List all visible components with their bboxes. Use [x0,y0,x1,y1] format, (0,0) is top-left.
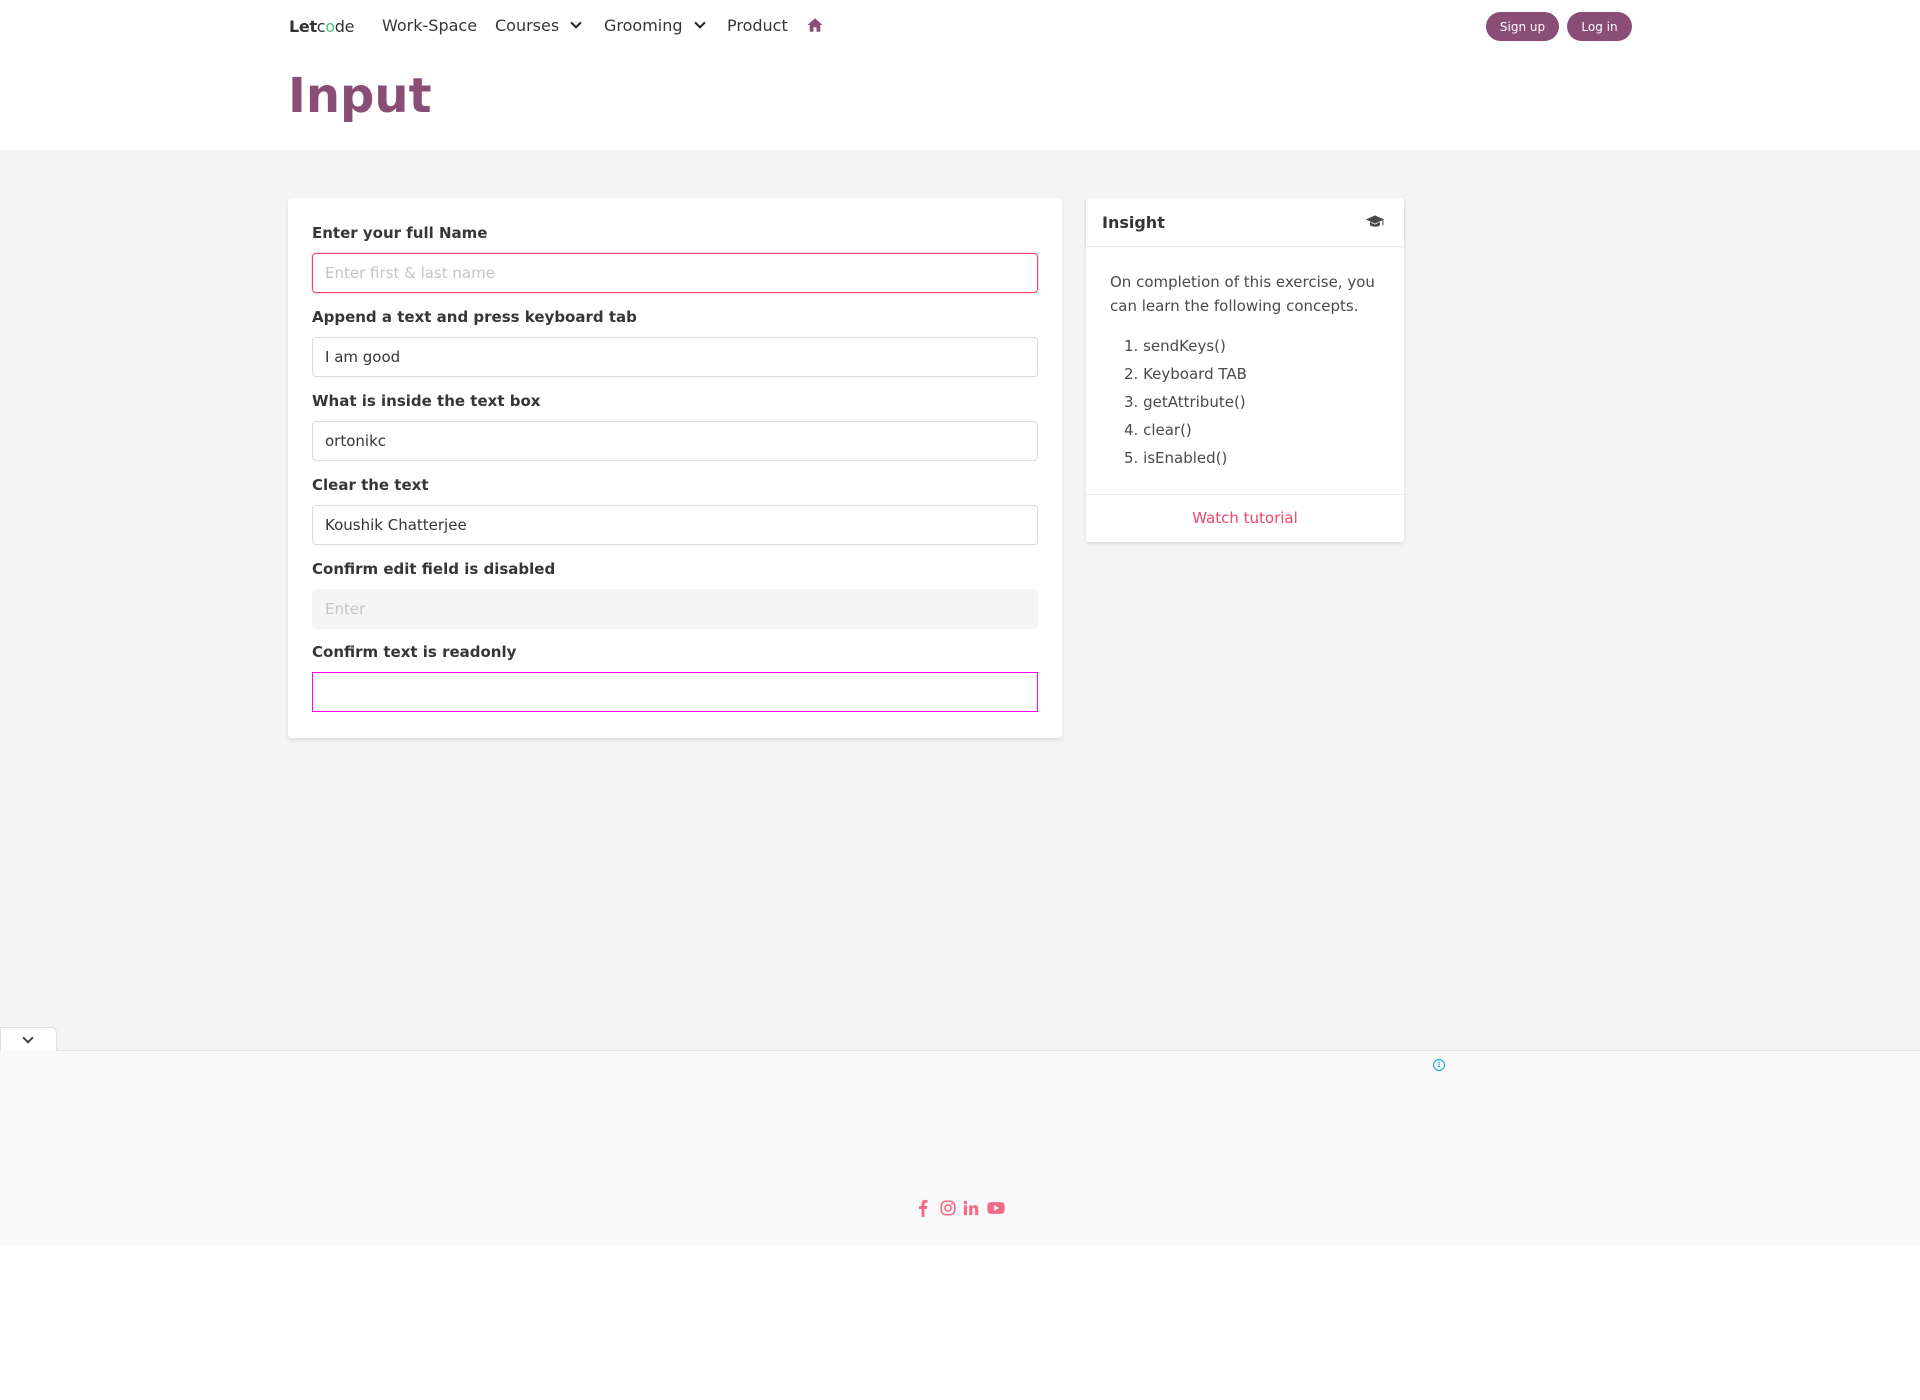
navbar: Letcode Work-Space Courses Grooming Prod… [0,0,1920,52]
nav-item-label: Courses [495,16,560,35]
fullname-input[interactable] [312,253,1038,293]
instagram-icon[interactable] [940,1199,956,1217]
logo-text-o: o [325,17,335,36]
home-icon[interactable] [806,16,824,34]
concept-item: 2. Keyboard TAB [1124,365,1247,383]
facebook-icon[interactable] [918,1199,928,1217]
watch-tutorial-link[interactable]: Watch tutorial [1086,509,1404,527]
chevron-down-icon [570,17,582,29]
nav-item-grooming[interactable]: Grooming [604,16,706,35]
concept-item: 5. isEnabled() [1124,449,1228,467]
nav-item-workspace[interactable]: Work-Space [382,16,477,35]
logo-text-de: de [334,17,355,36]
nav-item-product[interactable]: Product [727,16,788,35]
insight-header: Insight [1086,198,1404,246]
login-button[interactable]: Log in [1567,12,1632,41]
page-title: Input [288,68,432,124]
nav-item-label: Product [727,16,788,35]
youtube-icon[interactable] [987,1199,1005,1217]
ad-banner [0,1050,1920,1245]
gettext-input[interactable] [312,421,1038,461]
insight-footer: Watch tutorial [1086,494,1404,542]
signup-label: Sign up [1499,19,1546,34]
insight-title: Insight [1102,213,1165,232]
input-form-card: Enter your full Name Append a text and p… [288,198,1062,738]
logo[interactable]: Letcode [289,17,355,36]
concept-list: 1. sendKeys() 2. Keyboard TAB 3. getAttr… [1124,332,1247,472]
gettext-label: What is inside the text box [312,392,541,410]
concept-item: 1. sendKeys() [1124,337,1226,355]
concept-item: 3. getAttribute() [1124,393,1246,411]
chevron-down-icon [22,1032,34,1044]
concept-item: 4. clear() [1124,421,1192,439]
chevron-down-icon [693,17,706,29]
ad-info-icon[interactable]: i [1433,1059,1445,1071]
ad-collapse-button[interactable] [0,1027,57,1051]
clear-label: Clear the text [312,476,429,494]
nav-item-label: Work-Space [382,16,478,35]
append-label: Append a text and press keyboard tab [312,308,637,326]
disabled-label: Confirm edit field is disabled [312,560,556,578]
signup-button[interactable]: Sign up [1486,12,1559,41]
fullname-label: Enter your full Name [312,224,488,242]
clear-input[interactable] [312,505,1038,545]
readonly-label: Confirm text is readonly [312,643,517,661]
login-label: Log in [1581,19,1618,34]
logo-text-let: Let [289,17,317,36]
insight-description: On completion of this exercise, you can … [1110,273,1375,315]
graduation-cap-icon [1365,215,1385,227]
nav-item-label: Grooming [604,16,683,35]
insight-card: Insight On completion of this exercise, … [1086,198,1404,542]
linkedin-icon[interactable] [963,1199,979,1217]
append-input[interactable] [312,337,1038,377]
readonly-input[interactable] [312,672,1038,712]
disabled-input [312,589,1038,629]
nav-item-courses[interactable]: Courses [495,16,582,35]
